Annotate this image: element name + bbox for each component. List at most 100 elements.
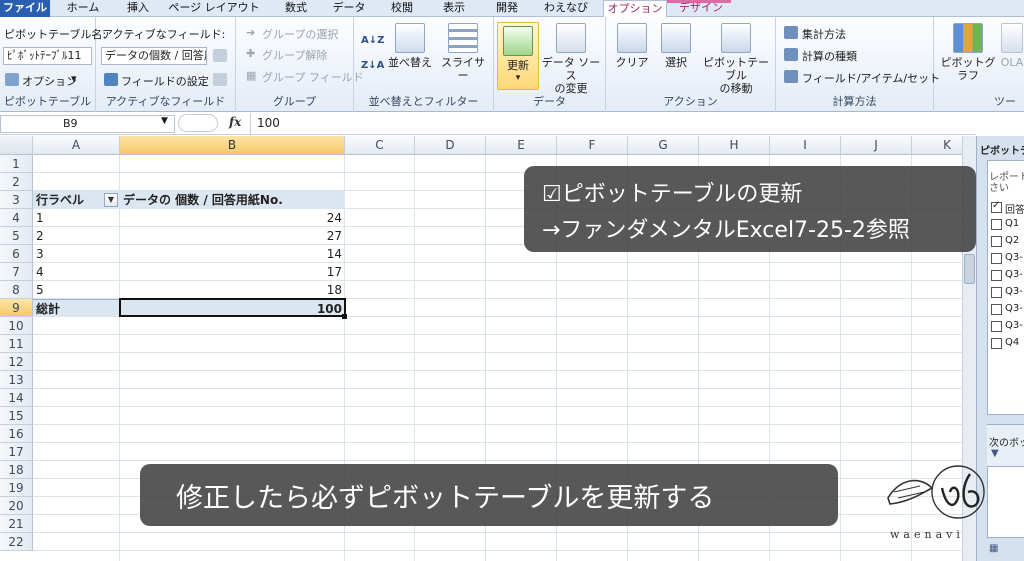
field-checkbox[interactable] — [991, 321, 1002, 332]
pivot-row-label[interactable]: 3 — [33, 245, 120, 263]
row-header-9[interactable]: 9 — [0, 299, 33, 317]
collapse-field-icon[interactable] — [213, 73, 227, 86]
tab-home[interactable]: ホーム — [60, 0, 106, 17]
show-values-button[interactable]: 計算の種類 — [802, 48, 857, 64]
field-settings-button[interactable]: フィールドの設定 — [121, 73, 209, 89]
name-box[interactable]: B9 — [0, 115, 175, 133]
tab-page-layout[interactable]: ページ レイアウト — [164, 0, 264, 17]
pivot-name-input[interactable]: ﾋﾟﾎﾞｯﾄﾃｰﾌﾞﾙ11 — [3, 47, 92, 65]
column-header-j[interactable]: J — [841, 136, 912, 155]
column-header-a[interactable]: A — [33, 136, 120, 155]
row-header-1[interactable]: 1 — [0, 155, 33, 173]
column-header-e[interactable]: E — [486, 136, 557, 155]
pivot-row-label[interactable]: 5 — [33, 281, 120, 299]
pivot-row-label[interactable]: 2 — [33, 227, 120, 245]
row-header-7[interactable]: 7 — [0, 263, 33, 281]
row-labels-filter-button[interactable]: ▼ — [104, 193, 118, 207]
clear-button[interactable]: クリア — [612, 23, 652, 69]
column-header-k[interactable]: K — [912, 136, 962, 155]
formula-input[interactable]: 100 — [257, 116, 280, 130]
name-box-dropdown-icon[interactable]: ▼ — [161, 116, 168, 126]
pivot-grand-total-label[interactable]: 総計 — [33, 299, 120, 317]
row-header-16[interactable]: 16 — [0, 425, 33, 443]
row-header-18[interactable]: 18 — [0, 461, 33, 479]
row-header-15[interactable]: 15 — [0, 407, 33, 425]
formula-bar-splitter[interactable] — [178, 114, 218, 132]
tab-view[interactable]: 表示 — [432, 0, 476, 17]
row-header-22[interactable]: 22 — [0, 533, 33, 551]
row-header-8[interactable]: 8 — [0, 281, 33, 299]
pivot-row-value[interactable]: 24 — [120, 209, 345, 227]
sort-button[interactable]: 並べ替え — [386, 23, 434, 69]
row-header-13[interactable]: 13 — [0, 371, 33, 389]
field-checkbox[interactable] — [991, 219, 1002, 230]
row-header-21[interactable]: 21 — [0, 515, 33, 533]
pivot-row-label[interactable]: 4 — [33, 263, 120, 281]
row-header-11[interactable]: 11 — [0, 335, 33, 353]
slicer-button[interactable]: スライサー — [438, 23, 488, 82]
row-header-2[interactable]: 2 — [0, 173, 33, 191]
field-checkbox[interactable] — [991, 253, 1002, 264]
field-checkbox-checked[interactable] — [991, 200, 1002, 213]
pivot-row-value[interactable]: 17 — [120, 263, 345, 281]
row-header-3[interactable]: 3 — [0, 191, 33, 209]
row-header-14[interactable]: 14 — [0, 389, 33, 407]
row-header-20[interactable]: 20 — [0, 497, 33, 515]
scrollbar-thumb[interactable] — [964, 254, 975, 284]
olap-button[interactable]: OLA — [1000, 23, 1024, 69]
change-source-button[interactable]: データ ソース の変更 — [540, 23, 602, 95]
tab-insert[interactable]: 挿入 — [118, 0, 158, 17]
row-header-6[interactable]: 6 — [0, 245, 33, 263]
row-header-19[interactable]: 19 — [0, 479, 33, 497]
column-header-h[interactable]: H — [699, 136, 770, 155]
sort-az-icon[interactable]: A↓Z — [361, 35, 384, 46]
refresh-button[interactable]: 更新 ▾ — [497, 22, 539, 90]
group-selection-button[interactable]: グループの選択 — [262, 26, 338, 42]
row-header-5[interactable]: 5 — [0, 227, 33, 245]
fx-icon[interactable]: fx — [229, 115, 241, 129]
tab-options[interactable]: オプション — [603, 0, 667, 18]
select-all-corner[interactable] — [0, 136, 33, 155]
pivot-row-value[interactable]: 27 — [120, 227, 345, 245]
column-header-g[interactable]: G — [628, 136, 699, 155]
tab-developer[interactable]: 開発 — [484, 0, 530, 17]
pivot-values-header[interactable]: データの 個数 / 回答用紙No. — [120, 191, 345, 209]
field-checkbox[interactable] — [991, 270, 1002, 281]
field-checkbox[interactable] — [991, 338, 1002, 349]
move-pivot-button[interactable]: ピボットテーブル の移動 — [698, 23, 774, 95]
column-header-b[interactable]: B — [120, 136, 345, 155]
tab-design[interactable]: デザイン — [671, 0, 731, 17]
field-checkbox[interactable] — [991, 236, 1002, 247]
active-field-input[interactable]: データの個数 / 回答用 — [101, 47, 207, 65]
select-button[interactable]: 選択 — [656, 23, 696, 69]
tab-data[interactable]: データ — [326, 0, 372, 17]
column-header-i[interactable]: I — [770, 136, 841, 155]
pivot-row-value[interactable]: 18 — [120, 281, 345, 299]
row-header-12[interactable]: 12 — [0, 353, 33, 371]
tab-waenavi[interactable]: わえなび — [538, 0, 594, 17]
ungroup-button[interactable]: グループ解除 — [262, 47, 327, 63]
tab-formulas[interactable]: 数式 — [274, 0, 318, 17]
options-button[interactable]: オプション — [22, 73, 77, 89]
expand-field-icon[interactable] — [213, 49, 227, 62]
pivot-row-value[interactable]: 14 — [120, 245, 345, 263]
report-filter-area[interactable] — [987, 466, 1024, 538]
tab-review[interactable]: 校閲 — [380, 0, 424, 17]
row-header-4[interactable]: 4 — [0, 209, 33, 227]
tab-file[interactable]: ファイル — [0, 0, 50, 17]
fill-handle[interactable] — [342, 314, 347, 319]
field-checkbox[interactable] — [991, 304, 1002, 315]
group-field-button[interactable]: グループ フィールド — [262, 69, 364, 85]
column-header-d[interactable]: D — [415, 136, 486, 155]
row-header-10[interactable]: 10 — [0, 317, 33, 335]
row-header-17[interactable]: 17 — [0, 443, 33, 461]
sort-za-icon[interactable]: Z↓A — [361, 60, 384, 71]
summarize-button[interactable]: 集計方法 — [802, 26, 846, 42]
layout-icon[interactable]: ▦ — [989, 543, 998, 554]
fields-items-button[interactable]: フィールド/アイテム/セット — [802, 70, 940, 86]
field-checkbox[interactable] — [991, 287, 1002, 298]
pivot-chart-button[interactable]: ピボットグラフ — [938, 23, 998, 82]
column-header-f[interactable]: F — [557, 136, 628, 155]
pivot-row-label[interactable]: 1 — [33, 209, 120, 227]
column-header-c[interactable]: C — [345, 136, 415, 155]
